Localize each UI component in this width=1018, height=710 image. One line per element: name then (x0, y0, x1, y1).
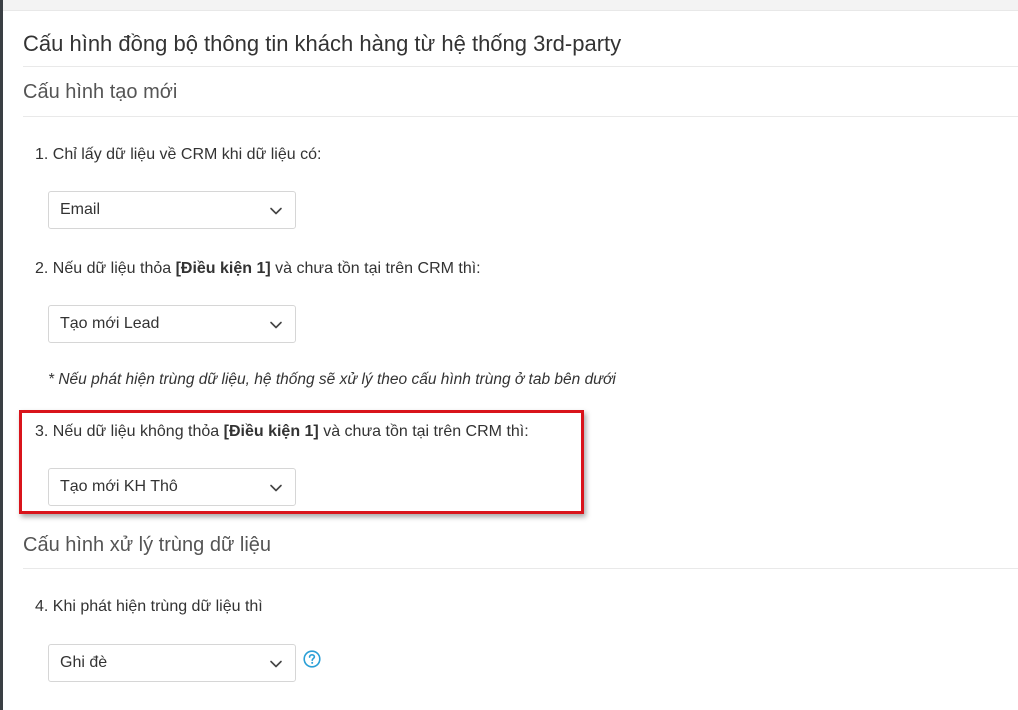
q2-label: 2. Nếu dữ liệu thỏa [Điều kiện 1] và chư… (35, 260, 481, 278)
q2-select-value: Tạo mới Lead (60, 315, 160, 332)
q1-select[interactable]: Email (48, 191, 296, 229)
q3-label: 3. Nếu dữ liệu không thỏa [Điều kiện 1] … (35, 423, 529, 441)
sync-config-panel: Cấu hình đồng bộ thông tin khách hàng từ… (3, 11, 1018, 710)
q1-select-value: Email (60, 201, 101, 218)
q2-label-prefix: 2. Nếu dữ liệu thỏa (35, 260, 176, 277)
title-divider (23, 66, 1018, 67)
section-duplicate-divider (23, 568, 1018, 569)
q3-label-suffix: và chưa tồn tại trên CRM thì: (318, 423, 529, 440)
section-title-create: Cấu hình tạo mới (23, 81, 178, 103)
q4-label: 4. Khi phát hiện trùng dữ liệu thì (35, 598, 263, 615)
q1-label: 1. Chỉ lấy dữ liệu về CRM khi dữ liệu có… (35, 146, 322, 163)
q3-select-value: Tạo mới KH Thô (60, 478, 178, 495)
q3-label-prefix: 3. Nếu dữ liệu không thỏa (35, 423, 224, 440)
chevron-down-icon (270, 660, 282, 668)
chevron-down-icon (270, 321, 282, 329)
q2-label-condition: [Điều kiện 1] (175, 260, 271, 277)
duplicate-note: * Nếu phát hiện trùng dữ liệu, hệ thống … (48, 371, 616, 388)
section-create-divider (23, 116, 1018, 117)
chevron-down-icon (270, 484, 282, 492)
q4-select-value: Ghi đè (60, 654, 108, 671)
top-strip (3, 0, 1018, 11)
page-title: Cấu hình đồng bộ thông tin khách hàng từ… (23, 31, 622, 56)
section-title-duplicate: Cấu hình xử lý trùng dữ liệu (23, 534, 272, 556)
q2-select[interactable]: Tạo mới Lead (48, 305, 296, 343)
q2-label-suffix: và chưa tồn tại trên CRM thì: (270, 260, 481, 277)
q3-label-condition: [Điều kiện 1] (223, 423, 319, 440)
question-circle-icon[interactable] (303, 650, 321, 668)
q4-select[interactable]: Ghi đè (48, 644, 296, 682)
q3-select[interactable]: Tạo mới KH Thô (48, 468, 296, 506)
chevron-down-icon (270, 207, 282, 215)
